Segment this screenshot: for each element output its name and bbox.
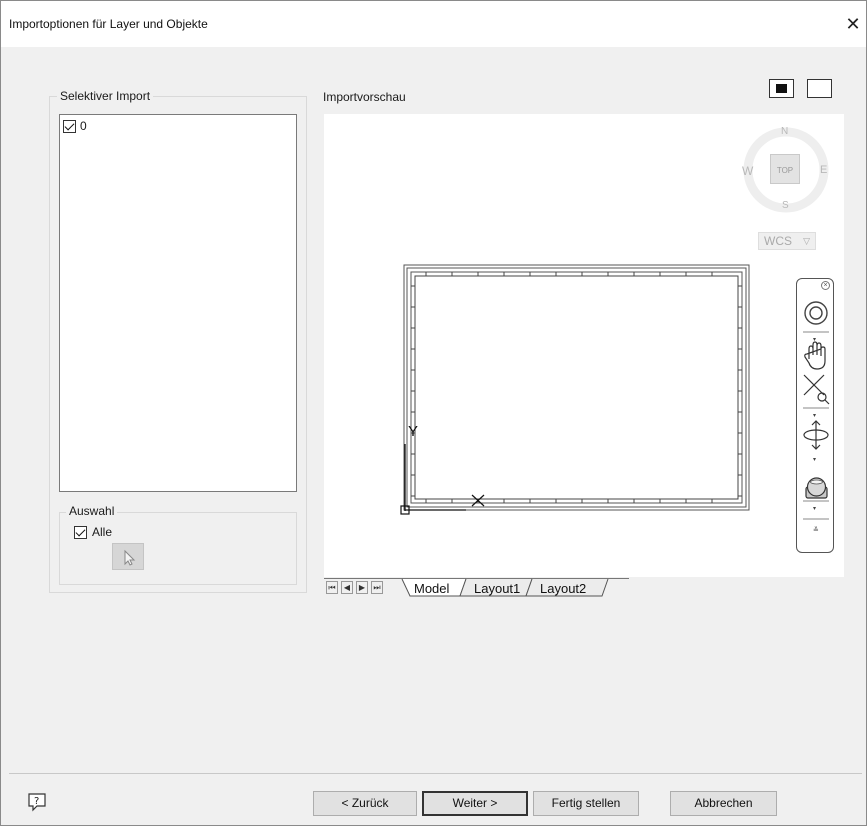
layer-checkbox[interactable]: [63, 120, 76, 133]
compass-north[interactable]: N: [781, 126, 788, 137]
filled-square-icon: [776, 84, 787, 93]
light-background-toggle[interactable]: [807, 79, 832, 98]
navigation-bar: × ▾ ▾ ▾ ▾ ≚: [796, 278, 834, 553]
pan-hand-icon: [804, 341, 826, 370]
svg-text:?: ?: [34, 796, 39, 807]
select-all-label: Alle: [92, 525, 113, 539]
viewcube[interactable]: N W E S TOP WCS ▽: [734, 122, 834, 252]
title-bar: Importoptionen für Layer und Objekte ✕: [1, 1, 866, 47]
navbar-tools: ▾ ▾ ▾ ▾ ≚: [803, 301, 830, 534]
ucs-y-label: Y: [408, 423, 419, 440]
svg-text:▾: ▾: [813, 412, 816, 419]
selective-import-label: Selektiver Import: [57, 89, 154, 103]
viewcube-face-label: TOP: [776, 166, 794, 175]
compass-east[interactable]: E: [820, 164, 827, 176]
zoom-extents-icon: [803, 374, 830, 405]
selection-group: [59, 512, 297, 585]
tab-first-button[interactable]: ⏮: [326, 581, 338, 594]
layer-list[interactable]: 0: [59, 114, 297, 492]
tab-layout1[interactable]: Layout1: [474, 581, 520, 596]
next-button[interactable]: Weiter >: [422, 791, 528, 816]
cancel-button[interactable]: Abbrechen: [670, 791, 777, 816]
import-options-dialog: Importoptionen für Layer und Objekte ✕ S…: [0, 0, 867, 826]
footer-separator: [9, 773, 862, 774]
compass-south[interactable]: S: [782, 200, 789, 211]
cursor-arrow-icon: [124, 549, 136, 566]
tab-next-button[interactable]: ▶: [356, 581, 368, 594]
tab-layout2[interactable]: Layout2: [540, 581, 586, 596]
dialog-title: Importoptionen für Layer und Objekte: [9, 17, 208, 31]
layout-tabs: ⏮ ◀ ▶ ⏭ Model Layout1 Layout2: [324, 578, 844, 598]
tab-model[interactable]: Model: [414, 581, 449, 596]
back-button[interactable]: < Zurück: [313, 791, 417, 816]
steering-wheel-icon: [804, 301, 828, 325]
customize-icon: ≚: [813, 526, 819, 534]
compass-west[interactable]: W: [742, 164, 753, 178]
chevron-down-icon: ▽: [803, 236, 810, 246]
dark-background-toggle[interactable]: [769, 79, 794, 98]
preview-label: Importvorschau: [323, 90, 406, 104]
help-icon: ?: [28, 793, 46, 812]
selection-label: Auswahl: [66, 504, 118, 518]
svg-text:▾: ▾: [813, 456, 816, 463]
wcs-label: WCS: [764, 234, 792, 248]
preview-viewport[interactable]: Y N W E S TOP WCS ▽ × ▾ ▾ ▾ ▾ ≚: [324, 114, 844, 577]
select-all-checkbox[interactable]: [74, 526, 87, 539]
layer-name: 0: [80, 119, 87, 133]
showmotion-icon: [805, 477, 828, 499]
tab-last-button[interactable]: ⏭: [371, 581, 383, 594]
layer-list-item[interactable]: 0: [63, 119, 163, 135]
close-button[interactable]: ✕: [842, 13, 864, 35]
orbit-icon: [803, 420, 829, 450]
viewcube-top-face[interactable]: TOP: [770, 154, 800, 184]
select-objects-button[interactable]: [112, 543, 144, 570]
svg-text:▾: ▾: [813, 505, 816, 512]
finish-button[interactable]: Fertig stellen: [533, 791, 639, 816]
wcs-menu[interactable]: WCS ▽: [758, 232, 816, 250]
help-button[interactable]: ?: [27, 792, 47, 812]
tab-prev-button[interactable]: ◀: [341, 581, 353, 594]
